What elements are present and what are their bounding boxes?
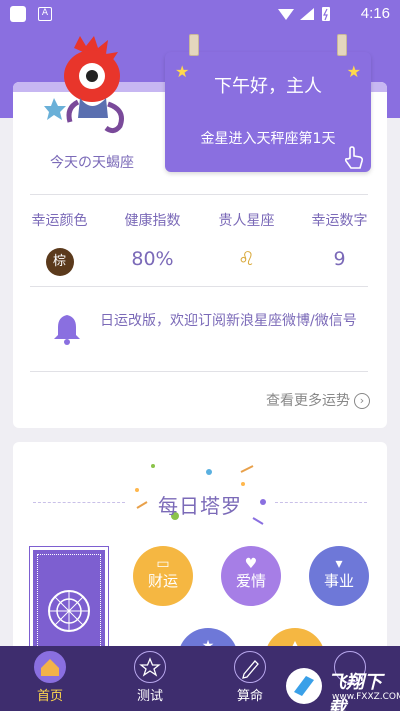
watermark-logo-icon: [286, 668, 322, 704]
tarot-title: 每日塔罗: [158, 494, 242, 518]
watermark: 飞翔下载 www.FXXZ.COM: [284, 664, 400, 711]
stat-label: 健康指数: [124, 213, 181, 229]
lucky-number-value: 9: [333, 248, 346, 270]
category-label: 事业: [323, 572, 354, 590]
health-index-value: 80%: [131, 248, 174, 270]
stat-noble-sign: 贵人星座 ♌: [200, 210, 293, 274]
chevron-right-icon: ›: [354, 393, 370, 409]
more-fortune-link[interactable]: 查看更多运势 ›: [266, 390, 370, 410]
status-bar: A 4:16: [0, 0, 400, 28]
category-career-button[interactable]: ▾ 事业: [309, 546, 369, 606]
stat-label: 幸运数字: [311, 213, 368, 229]
divider: [30, 371, 368, 372]
astro-message: 金星进入天秤座第1天: [200, 131, 336, 147]
stat-lucky-number: 幸运数字 9: [293, 210, 386, 274]
divider: [30, 194, 368, 195]
bell-icon: [54, 315, 80, 345]
tarot-section: 每日塔罗 ▭ 财运 ♥ 爱情 ▾ 事业 ★ ▲: [13, 442, 387, 672]
tap-hand-icon: [344, 146, 364, 169]
watermark-url: www.FXXZ.COM: [332, 692, 400, 702]
lucky-color-value: 棕: [45, 248, 74, 276]
category-label: 爱情: [235, 572, 266, 590]
category-label: 财运: [147, 572, 178, 590]
category-wealth-button[interactable]: ▭ 财运: [133, 546, 193, 606]
nav-label: 测试: [136, 689, 163, 704]
notification-badge-icon: A: [38, 7, 52, 21]
greeting-text: 下午好，主人: [214, 76, 322, 97]
nav-home[interactable]: 首页: [10, 646, 90, 711]
stat-label: 幸运颜色: [31, 213, 88, 229]
heart-icon: ♥: [244, 556, 258, 572]
notice-text[interactable]: 日运改版，欢迎订阅新浪星座微博/微信号: [100, 308, 370, 334]
home-icon: [34, 651, 66, 683]
divider: [30, 286, 368, 287]
stat-lucky-color: 幸运颜色 棕: [13, 210, 106, 276]
star-icon: [134, 651, 166, 683]
wealth-icon: ▭: [156, 556, 170, 572]
clock: 4:16: [360, 5, 390, 22]
stat-health-index: 健康指数 80%: [106, 210, 199, 274]
app-notification-icon: [10, 6, 26, 22]
tarot-wheel-icon: [48, 590, 90, 632]
sign-label: 今天の天蝎座: [50, 155, 134, 171]
pen-icon: [234, 651, 266, 683]
nav-fortune[interactable]: 算命: [210, 646, 290, 711]
stat-label: 贵人星座: [218, 213, 275, 229]
tie-icon: ▾: [335, 556, 343, 572]
nav-test[interactable]: 测试: [110, 646, 190, 711]
system-status-icons: [278, 7, 330, 21]
more-link-label: 查看更多运势: [266, 393, 350, 409]
mascot-scorpio-icon[interactable]: [44, 36, 140, 146]
nav-label: 首页: [36, 689, 63, 704]
clip-icon: [189, 34, 199, 56]
watermark-title: 飞翔下载: [328, 672, 382, 711]
clip-icon: [337, 34, 347, 56]
greeting-card[interactable]: ★ ★ 下午好，主人 金星进入天秤座第1天: [165, 34, 371, 172]
leo-icon: ♌: [237, 248, 256, 270]
category-love-button[interactable]: ♥ 爱情: [221, 546, 281, 606]
nav-label: 算命: [236, 689, 263, 704]
